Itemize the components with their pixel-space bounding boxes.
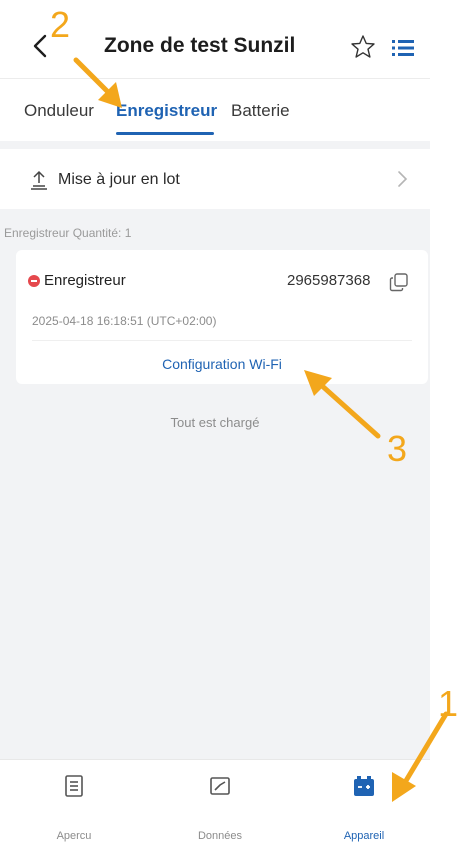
chevron-right-icon bbox=[396, 169, 408, 189]
annotation-arrow-2 bbox=[73, 57, 122, 108]
copy-icon[interactable] bbox=[389, 272, 409, 292]
nav-apercu-label: Apercu bbox=[56, 830, 92, 842]
chevron-left-icon bbox=[33, 34, 47, 58]
nav-appareil-label: Appareil bbox=[343, 830, 385, 842]
tab-bar: Onduleur Enregistreur Batterie bbox=[0, 79, 430, 141]
page-title: Zone de test Sunzil bbox=[104, 34, 296, 57]
upload-icon bbox=[30, 170, 48, 190]
annotation-step-2: 2 bbox=[50, 4, 71, 45]
batch-update-label: Mise à jour en lot bbox=[58, 171, 180, 188]
card-divider bbox=[32, 340, 412, 341]
star-outline-icon bbox=[351, 35, 375, 58]
device-quantity: Enregistreur Quantité: 1 bbox=[4, 226, 132, 240]
batch-update-row[interactable]: Mise à jour en lot bbox=[0, 149, 430, 209]
favorite-button[interactable] bbox=[350, 34, 376, 60]
nav-donnees[interactable]: Données bbox=[150, 760, 290, 844]
tab-batterie[interactable]: Batterie bbox=[231, 101, 290, 121]
device-serial: 2965987368 bbox=[287, 272, 371, 289]
nav-donnees-label: Données bbox=[197, 830, 243, 842]
annotation-arrow-3 bbox=[304, 370, 381, 439]
tab-enregistreur[interactable]: Enregistreur bbox=[116, 101, 217, 121]
menu-button[interactable] bbox=[392, 38, 416, 58]
document-icon bbox=[62, 774, 86, 798]
offline-status-icon bbox=[28, 275, 40, 287]
annotation-step-3: 3 bbox=[387, 428, 408, 469]
chart-icon bbox=[208, 774, 232, 798]
annotation-arrow-1 bbox=[392, 711, 449, 802]
device-name: Enregistreur bbox=[44, 272, 126, 289]
nav-apercu[interactable]: Apercu bbox=[4, 760, 144, 844]
back-button[interactable] bbox=[28, 30, 52, 62]
device-timestamp: 2025-04-18 16:18:51 (UTC+02:00) bbox=[32, 314, 217, 328]
active-tab-indicator bbox=[116, 132, 214, 135]
device-list-area: Enregistreur Quantité: 1 Enregistreur 29… bbox=[0, 209, 430, 759]
section-separator bbox=[0, 141, 430, 149]
device-battery-icon bbox=[352, 774, 376, 798]
list-menu-icon bbox=[392, 40, 414, 56]
bottom-nav: Apercu Données Appareil bbox=[0, 759, 430, 844]
